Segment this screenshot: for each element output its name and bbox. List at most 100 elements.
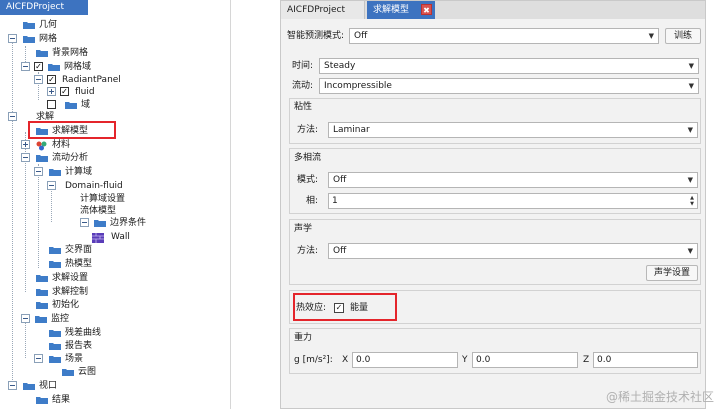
tree-item-initialization[interactable]: 初始化 xyxy=(17,299,117,311)
folder-icon xyxy=(35,315,47,323)
phase-label: 相: xyxy=(306,196,319,206)
tree-item-thermal-model[interactable]: 热模型 xyxy=(30,258,130,270)
folder-icon xyxy=(49,168,61,176)
folder-icon xyxy=(36,154,48,162)
tree-item-domain-settings[interactable]: 计算域设置 xyxy=(68,193,168,205)
chevron-down-icon: ▼ xyxy=(688,82,694,90)
chevron-down-icon: ▼ xyxy=(687,126,693,134)
acoustics-method-label: 方法: xyxy=(297,246,319,256)
tree-item-fluid[interactable]: ✓ fluid xyxy=(43,86,123,98)
project-tree-panel: AICFDProject 几何 网格 背景网格 ✓ 网格域 ✓ RadiantP… xyxy=(0,0,232,409)
gravity-y-input[interactable]: 0.0 xyxy=(472,352,578,368)
train-button[interactable]: 训练 xyxy=(665,28,701,44)
smart-predict-label: 智能预测模式: xyxy=(287,31,345,41)
acoustics-method-value: Off xyxy=(333,246,347,256)
acoustics-method-select[interactable]: Off ▼ xyxy=(328,243,698,259)
gravity-z-value: 0.0 xyxy=(597,355,612,365)
tree-item-interface[interactable]: 交界面 xyxy=(30,244,130,256)
acoustics-title: 声学 xyxy=(294,224,313,234)
tab-aicfdproject[interactable]: AICFDProject xyxy=(281,1,365,19)
collapse-icon[interactable] xyxy=(21,314,30,323)
phase-count-value: 1 xyxy=(332,196,338,206)
folder-icon xyxy=(48,63,60,71)
mesh-domain-checkbox[interactable]: ✓ xyxy=(34,62,43,71)
gravity-x-value: 0.0 xyxy=(356,355,371,365)
gravity-x-label: X xyxy=(342,355,349,365)
smart-predict-select[interactable]: Off ▼ xyxy=(349,28,659,44)
tab-bar: AICFDProject 求解模型 ✖ xyxy=(281,1,705,19)
gravity-x-input[interactable]: 0.0 xyxy=(352,352,458,368)
tree-item-scene[interactable]: 场景 xyxy=(30,353,130,365)
tree-item-materials[interactable]: 材料 xyxy=(17,139,117,151)
acoustics-settings-button[interactable]: 声学设置 xyxy=(646,265,698,281)
chevron-down-icon: ▼ xyxy=(648,32,654,40)
phase-count-stepper[interactable]: 1 ▲ ▼ xyxy=(328,193,698,209)
tree-item-results[interactable]: 结果 xyxy=(17,394,117,406)
collapse-icon[interactable] xyxy=(34,167,43,176)
viscosity-method-label: 方法: xyxy=(297,125,319,135)
tree-item-residual-curve[interactable]: 残差曲线 xyxy=(30,327,130,339)
tree-item-solver-control[interactable]: 求解控制 xyxy=(17,286,117,298)
folder-icon xyxy=(49,355,61,363)
collapse-icon[interactable] xyxy=(8,34,17,43)
tree-item-report-table[interactable]: 报告表 xyxy=(30,340,130,352)
tree-item-radiantpanel[interactable]: ✓ RadiantPanel xyxy=(30,74,150,86)
tab-solver-model-label: 求解模型 xyxy=(373,5,410,15)
tree-item-flow-analysis[interactable]: 流动分析 xyxy=(17,152,137,164)
multiphase-group: 多相流 模式: Off ▼ 相: 1 ▲ ▼ xyxy=(289,148,701,214)
folder-icon xyxy=(49,342,61,350)
collapse-icon[interactable] xyxy=(21,62,30,71)
tree-item-computational-domain[interactable]: 计算域 xyxy=(30,166,150,178)
tree-item-domain[interactable]: 域 xyxy=(30,99,110,111)
flow-label: 流动: xyxy=(292,81,314,91)
gravity-z-input[interactable]: 0.0 xyxy=(593,352,698,368)
collapse-icon[interactable] xyxy=(8,112,17,121)
tree-item-monitor[interactable]: 监控 xyxy=(4,313,124,325)
multiphase-mode-value: Off xyxy=(333,175,347,185)
folder-icon xyxy=(94,219,106,227)
tree-item-wall[interactable]: Wall xyxy=(92,231,152,243)
tree-item-mesh-domain[interactable]: ✓ 网格域 xyxy=(17,61,137,73)
collapse-icon[interactable] xyxy=(21,153,30,162)
gravity-y-value: 0.0 xyxy=(476,355,491,365)
folder-icon xyxy=(36,49,48,57)
solver-model-highlight xyxy=(28,121,116,139)
spin-arrows-icon[interactable]: ▲ ▼ xyxy=(690,195,694,207)
collapse-icon[interactable] xyxy=(34,75,43,84)
tree-item-viewport[interactable]: 视口 xyxy=(4,380,124,392)
tree-item-contour[interactable]: 云图 xyxy=(43,366,143,378)
multiphase-mode-label: 模式: xyxy=(297,175,319,185)
radiantpanel-checkbox[interactable]: ✓ xyxy=(47,75,56,84)
folder-icon xyxy=(49,260,61,268)
expand-icon[interactable] xyxy=(47,87,56,96)
project-tree: 几何 网格 背景网格 ✓ 网格域 ✓ RadiantPanel ✓ fluid … xyxy=(0,0,230,409)
tree-item-boundary-conditions[interactable]: 边界条件 xyxy=(56,217,176,229)
tree-item-mesh[interactable]: 网格 xyxy=(4,33,124,45)
close-tab-icon[interactable]: ✖ xyxy=(421,4,432,15)
tree-item-domain-fluid[interactable]: Domain-fluid xyxy=(43,180,163,192)
smart-predict-value: Off xyxy=(354,31,368,41)
gravity-y-label: Y xyxy=(462,355,468,365)
collapse-icon[interactable] xyxy=(34,354,43,363)
collapse-icon[interactable] xyxy=(8,381,17,390)
collapse-icon[interactable] xyxy=(47,181,56,190)
multiphase-mode-select[interactable]: Off ▼ xyxy=(328,172,698,188)
panel-divider xyxy=(230,0,231,409)
collapse-icon[interactable] xyxy=(80,218,89,227)
time-label: 时间: xyxy=(292,61,314,71)
flow-select[interactable]: Incompressible ▼ xyxy=(319,78,699,94)
domain-checkbox[interactable] xyxy=(47,100,56,109)
folder-icon xyxy=(23,21,35,29)
time-select[interactable]: Steady ▼ xyxy=(319,58,699,74)
expand-icon[interactable] xyxy=(21,140,30,149)
chevron-down-icon: ▼ xyxy=(687,247,693,255)
tree-item-fluid-model[interactable]: 流体模型 xyxy=(68,205,168,217)
viscosity-method-select[interactable]: Laminar ▼ xyxy=(328,122,698,138)
tree-item-solver-settings[interactable]: 求解设置 xyxy=(17,272,117,284)
folder-icon xyxy=(36,301,48,309)
chevron-down-icon: ▼ xyxy=(687,176,693,184)
folder-icon xyxy=(65,101,77,109)
tree-item-background-mesh[interactable]: 背景网格 xyxy=(17,47,137,59)
fluid-checkbox[interactable]: ✓ xyxy=(60,87,69,96)
tree-item-geometry[interactable]: 几何 xyxy=(4,19,124,31)
